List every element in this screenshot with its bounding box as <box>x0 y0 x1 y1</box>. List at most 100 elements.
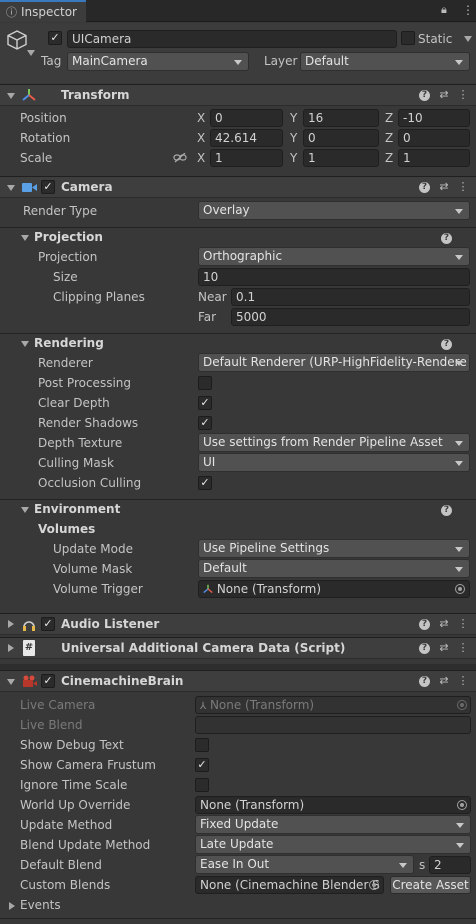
scale-y-field[interactable]: 1 <box>303 149 379 167</box>
rotation-z-field[interactable]: 0 <box>398 129 470 147</box>
custom-blends-field[interactable]: None (Cinemachine Blender S <box>195 876 384 894</box>
scale-x-field[interactable]: 1 <box>210 149 283 167</box>
render-shadows-checkbox[interactable]: ✓ <box>198 416 212 430</box>
more-icon[interactable]: ⋮ <box>456 674 470 688</box>
events-foldout-icon[interactable] <box>9 902 15 910</box>
world-up-override-field[interactable]: None (Transform) <box>195 796 471 814</box>
near-field[interactable]: 0.1 <box>231 288 470 306</box>
volume-mask-dropdown[interactable]: Default <box>198 559 470 578</box>
more-icon[interactable]: ⋮ <box>462 3 474 17</box>
more-icon[interactable]: ⋮ <box>456 88 470 102</box>
audio-listener-enabled-checkbox[interactable]: ✓ <box>41 617 55 631</box>
static-checkbox[interactable] <box>401 31 415 45</box>
live-blend-field <box>195 716 471 734</box>
depth-texture-dropdown[interactable]: Use settings from Render Pipeline Asset <box>198 433 470 452</box>
object-picker-icon[interactable] <box>369 880 379 890</box>
ignore-time-scale-checkbox[interactable] <box>195 778 209 792</box>
environment-section-label[interactable]: Environment <box>34 500 120 518</box>
projection-section-label[interactable]: Projection <box>34 228 103 246</box>
x-axis-label[interactable]: X <box>197 149 205 167</box>
static-dropdown-icon[interactable] <box>464 36 472 42</box>
help-icon[interactable]: ? <box>419 90 430 101</box>
rendering-foldout-icon[interactable] <box>21 341 29 347</box>
audio-listener-header[interactable]: ✓ Audio Listener ? ⇄ ⋮ <box>0 613 476 635</box>
additional-camera-data-header[interactable]: # Universal Additional Camera Data (Scri… <box>0 637 476 659</box>
render-type-dropdown[interactable]: Overlay <box>198 201 470 220</box>
volume-trigger-field[interactable]: None (Transform) <box>198 580 470 598</box>
more-icon[interactable]: ⋮ <box>456 180 470 194</box>
clear-depth-checkbox[interactable]: ✓ <box>198 396 212 410</box>
y-axis-label[interactable]: Y <box>290 129 297 147</box>
blend-update-method-label: Blend Update Method <box>20 838 151 852</box>
rendering-section-label[interactable]: Rendering <box>34 334 104 352</box>
x-axis-label[interactable]: X <box>197 109 205 127</box>
cinemachine-brain-header[interactable]: ✓ CinemachineBrain ? ⇄ ⋮ <box>0 670 476 692</box>
help-icon[interactable]: ? <box>419 643 430 654</box>
y-axis-label[interactable]: Y <box>290 109 297 127</box>
presets-icon[interactable]: ⇄ <box>437 641 451 655</box>
tag-dropdown[interactable]: MainCamera <box>67 52 249 71</box>
help-icon[interactable]: ? <box>419 676 430 687</box>
z-axis-label[interactable]: Z <box>385 109 393 127</box>
update-mode-dropdown[interactable]: Use Pipeline Settings <box>198 539 470 558</box>
projection-dropdown[interactable]: Orthographic <box>198 247 470 266</box>
show-camera-frustum-checkbox[interactable]: ✓ <box>195 758 209 772</box>
scale-z-field[interactable]: 1 <box>398 149 470 167</box>
update-method-dropdown[interactable]: Fixed Update <box>195 815 471 834</box>
renderer-dropdown[interactable]: Default Renderer (URP-HighFidelity-Rende… <box>198 353 470 372</box>
size-field[interactable]: 10 <box>198 268 470 286</box>
tab-inspector[interactable]: ⓘ Inspector <box>0 0 86 22</box>
foldout-icon[interactable] <box>8 644 14 652</box>
z-axis-label[interactable]: Z <box>385 129 393 147</box>
camera-header[interactable]: ✓ Camera ? ⇄ ⋮ <box>0 176 476 198</box>
rotation-x-field[interactable]: 42.614 <box>210 129 283 147</box>
position-x-field[interactable]: 0 <box>210 109 283 127</box>
far-field[interactable]: 5000 <box>231 308 470 326</box>
constrain-proportions-link-icon[interactable] <box>173 153 187 163</box>
cinemachine-enabled-checkbox[interactable]: ✓ <box>41 674 55 688</box>
culling-mask-dropdown[interactable]: UI <box>198 453 470 472</box>
z-axis-label[interactable]: Z <box>385 149 393 167</box>
object-picker-icon[interactable] <box>455 584 465 594</box>
y-axis-label[interactable]: Y <box>290 149 297 167</box>
default-blend-dropdown[interactable]: Ease In Out <box>195 855 414 874</box>
help-icon[interactable]: ? <box>419 619 430 630</box>
position-z-field[interactable]: -10 <box>398 109 470 127</box>
presets-icon[interactable]: ⇄ <box>437 88 451 102</box>
camera-enabled-checkbox[interactable]: ✓ <box>41 180 55 194</box>
blend-update-method-dropdown[interactable]: Late Update <box>195 835 471 854</box>
object-picker-icon[interactable] <box>457 800 467 810</box>
environment-foldout-icon[interactable] <box>21 507 29 513</box>
help-icon[interactable]: ? <box>441 233 452 244</box>
x-axis-label[interactable]: X <box>197 129 205 147</box>
foldout-icon[interactable] <box>7 679 15 685</box>
more-icon[interactable]: ⋮ <box>456 641 470 655</box>
presets-icon[interactable]: ⇄ <box>437 180 451 194</box>
custom-blends-label: Custom Blends <box>20 878 111 892</box>
create-asset-button[interactable]: Create Asset <box>390 876 471 894</box>
help-icon[interactable]: ? <box>441 339 452 350</box>
presets-icon[interactable]: ⇄ <box>437 617 451 631</box>
default-blend-time-field[interactable]: 2 <box>429 856 471 874</box>
lock-icon[interactable]: 🔒︎ <box>441 3 447 17</box>
occlusion-culling-checkbox[interactable]: ✓ <box>198 476 212 490</box>
presets-icon[interactable]: ⇄ <box>437 674 451 688</box>
chevron-down-icon[interactable] <box>27 50 35 56</box>
more-icon[interactable]: ⋮ <box>456 617 470 631</box>
active-checkbox[interactable]: ✓ <box>48 31 62 45</box>
foldout-icon[interactable] <box>7 93 15 99</box>
events-label[interactable]: Events <box>20 896 61 914</box>
show-debug-text-checkbox[interactable] <box>195 738 209 752</box>
layer-dropdown[interactable]: Default <box>300 52 470 71</box>
rotation-y-field[interactable]: 0 <box>303 129 379 147</box>
help-icon[interactable]: ? <box>419 182 430 193</box>
foldout-icon[interactable] <box>8 620 14 628</box>
post-processing-checkbox[interactable] <box>198 376 212 390</box>
transform-header[interactable]: Transform ? ⇄ ⋮ <box>0 84 476 106</box>
far-label: Far <box>198 310 217 324</box>
position-y-field[interactable]: 16 <box>303 109 379 127</box>
help-icon[interactable]: ? <box>441 505 452 516</box>
projection-foldout-icon[interactable] <box>21 235 29 241</box>
object-name-field[interactable]: UICamera <box>67 30 397 48</box>
foldout-icon[interactable] <box>7 185 15 191</box>
